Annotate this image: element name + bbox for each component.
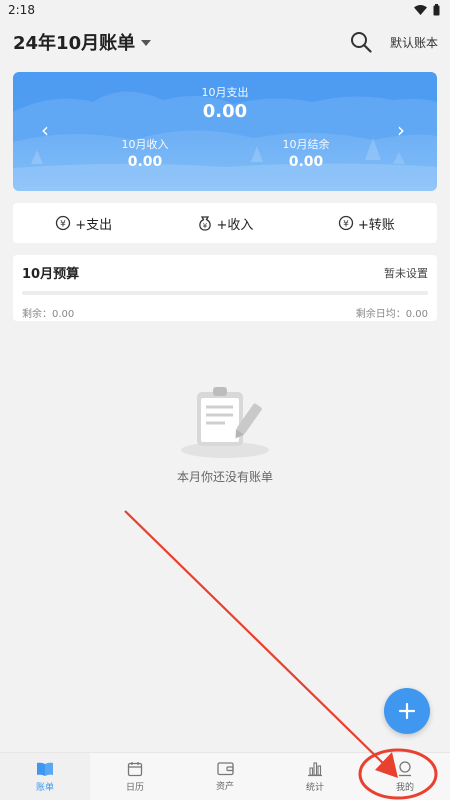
tab-bills[interactable]: 账单 <box>0 753 90 800</box>
yen-expense-icon: ¥ <box>56 215 71 231</box>
budget-setting-link[interactable]: 暂未设置 <box>384 265 428 281</box>
page-title: 24年10月账单 <box>13 33 136 54</box>
status-bar: 2:18 <box>0 0 450 20</box>
quick-actions: ¥ +支出 ¥ +收入 ¥ +转账 <box>13 203 437 243</box>
transfer-icon: ¥ <box>338 215 354 231</box>
income-label: 10月收入 <box>121 138 169 151</box>
next-month-arrow[interactable]: › <box>397 120 405 140</box>
header-actions: 默认账本 <box>350 31 438 53</box>
balance-value: 0.00 <box>288 154 324 170</box>
income-summary: 10月收入 0.00 <box>95 136 195 170</box>
tab-calendar-label: 日历 <box>125 782 144 793</box>
svg-text:¥: ¥ <box>60 220 66 230</box>
book-icon <box>37 762 53 776</box>
empty-clipboard-icon <box>181 387 269 458</box>
bottom-tab-bar: 账单 日历 资产 统计 我的 <box>0 752 450 800</box>
budget-progress-bar <box>22 291 428 295</box>
status-time: 2:18 <box>8 3 35 17</box>
default-book-button[interactable]: 默认账本 <box>390 34 438 51</box>
budget-daily-remaining: 剩余日均：0.00 <box>355 309 428 320</box>
budget-card[interactable]: 10月预算 暂未设置 剩余：0.00 剩余日均：0.00 <box>13 255 437 321</box>
tab-bills-label: 账单 <box>35 782 54 793</box>
bar-chart-icon <box>308 761 322 776</box>
status-icons <box>414 4 440 16</box>
income-value: 0.00 <box>127 154 163 170</box>
calendar-icon <box>127 761 143 776</box>
balance-label: 10月结余 <box>282 138 330 151</box>
wifi-icon <box>414 5 427 15</box>
tab-calendar[interactable]: 日历 <box>90 753 180 800</box>
add-transfer-label: +转账 <box>357 217 395 233</box>
annotation-arrow-line <box>124 510 391 771</box>
add-transfer-button[interactable]: ¥ +转账 <box>338 214 395 233</box>
tab-assets-label: 资产 <box>215 782 234 792</box>
header: 24年10月账单 默认账本 <box>0 22 450 62</box>
search-icon[interactable] <box>350 31 372 53</box>
tab-stats[interactable]: 统计 <box>270 753 360 800</box>
summary-card: ‹ › 10月支出 0.00 10月收入 0.00 10月结余 0.00 <box>13 72 437 191</box>
expense-value: 0.00 <box>202 101 248 122</box>
add-income-button[interactable]: ¥ +收入 <box>197 214 254 233</box>
add-expense-button[interactable]: ¥ +支出 <box>55 214 112 233</box>
add-income-label: +收入 <box>216 217 254 233</box>
empty-state: 本月你还没有账单 <box>0 382 450 485</box>
balance-summary: 10月结余 0.00 <box>256 136 356 170</box>
plus-icon <box>398 702 416 720</box>
tab-stats-label: 统计 <box>305 782 324 793</box>
tab-mine[interactable]: 我的 <box>360 753 450 800</box>
month-selector[interactable]: 24年10月账单 <box>13 29 152 55</box>
svg-text:¥: ¥ <box>202 222 207 230</box>
tab-mine-label: 我的 <box>395 782 414 793</box>
add-expense-label: +支出 <box>75 217 113 233</box>
expense-summary: 10月支出 0.00 <box>175 84 275 122</box>
budget-title: 10月预算 <box>22 267 80 282</box>
prev-month-arrow[interactable]: ‹ <box>41 120 49 140</box>
add-bill-button[interactable] <box>384 688 430 734</box>
svg-text:¥: ¥ <box>343 220 349 230</box>
chevron-down-icon <box>141 40 152 46</box>
tab-assets[interactable]: 资产 <box>180 753 270 800</box>
battery-icon <box>433 4 440 16</box>
expense-label: 10月支出 <box>201 86 249 99</box>
wallet-icon <box>216 762 234 776</box>
budget-remaining: 剩余：0.00 <box>22 309 75 320</box>
user-icon <box>399 760 411 776</box>
money-bag-icon: ¥ <box>198 216 211 231</box>
empty-state-text: 本月你还没有账单 <box>176 470 273 484</box>
